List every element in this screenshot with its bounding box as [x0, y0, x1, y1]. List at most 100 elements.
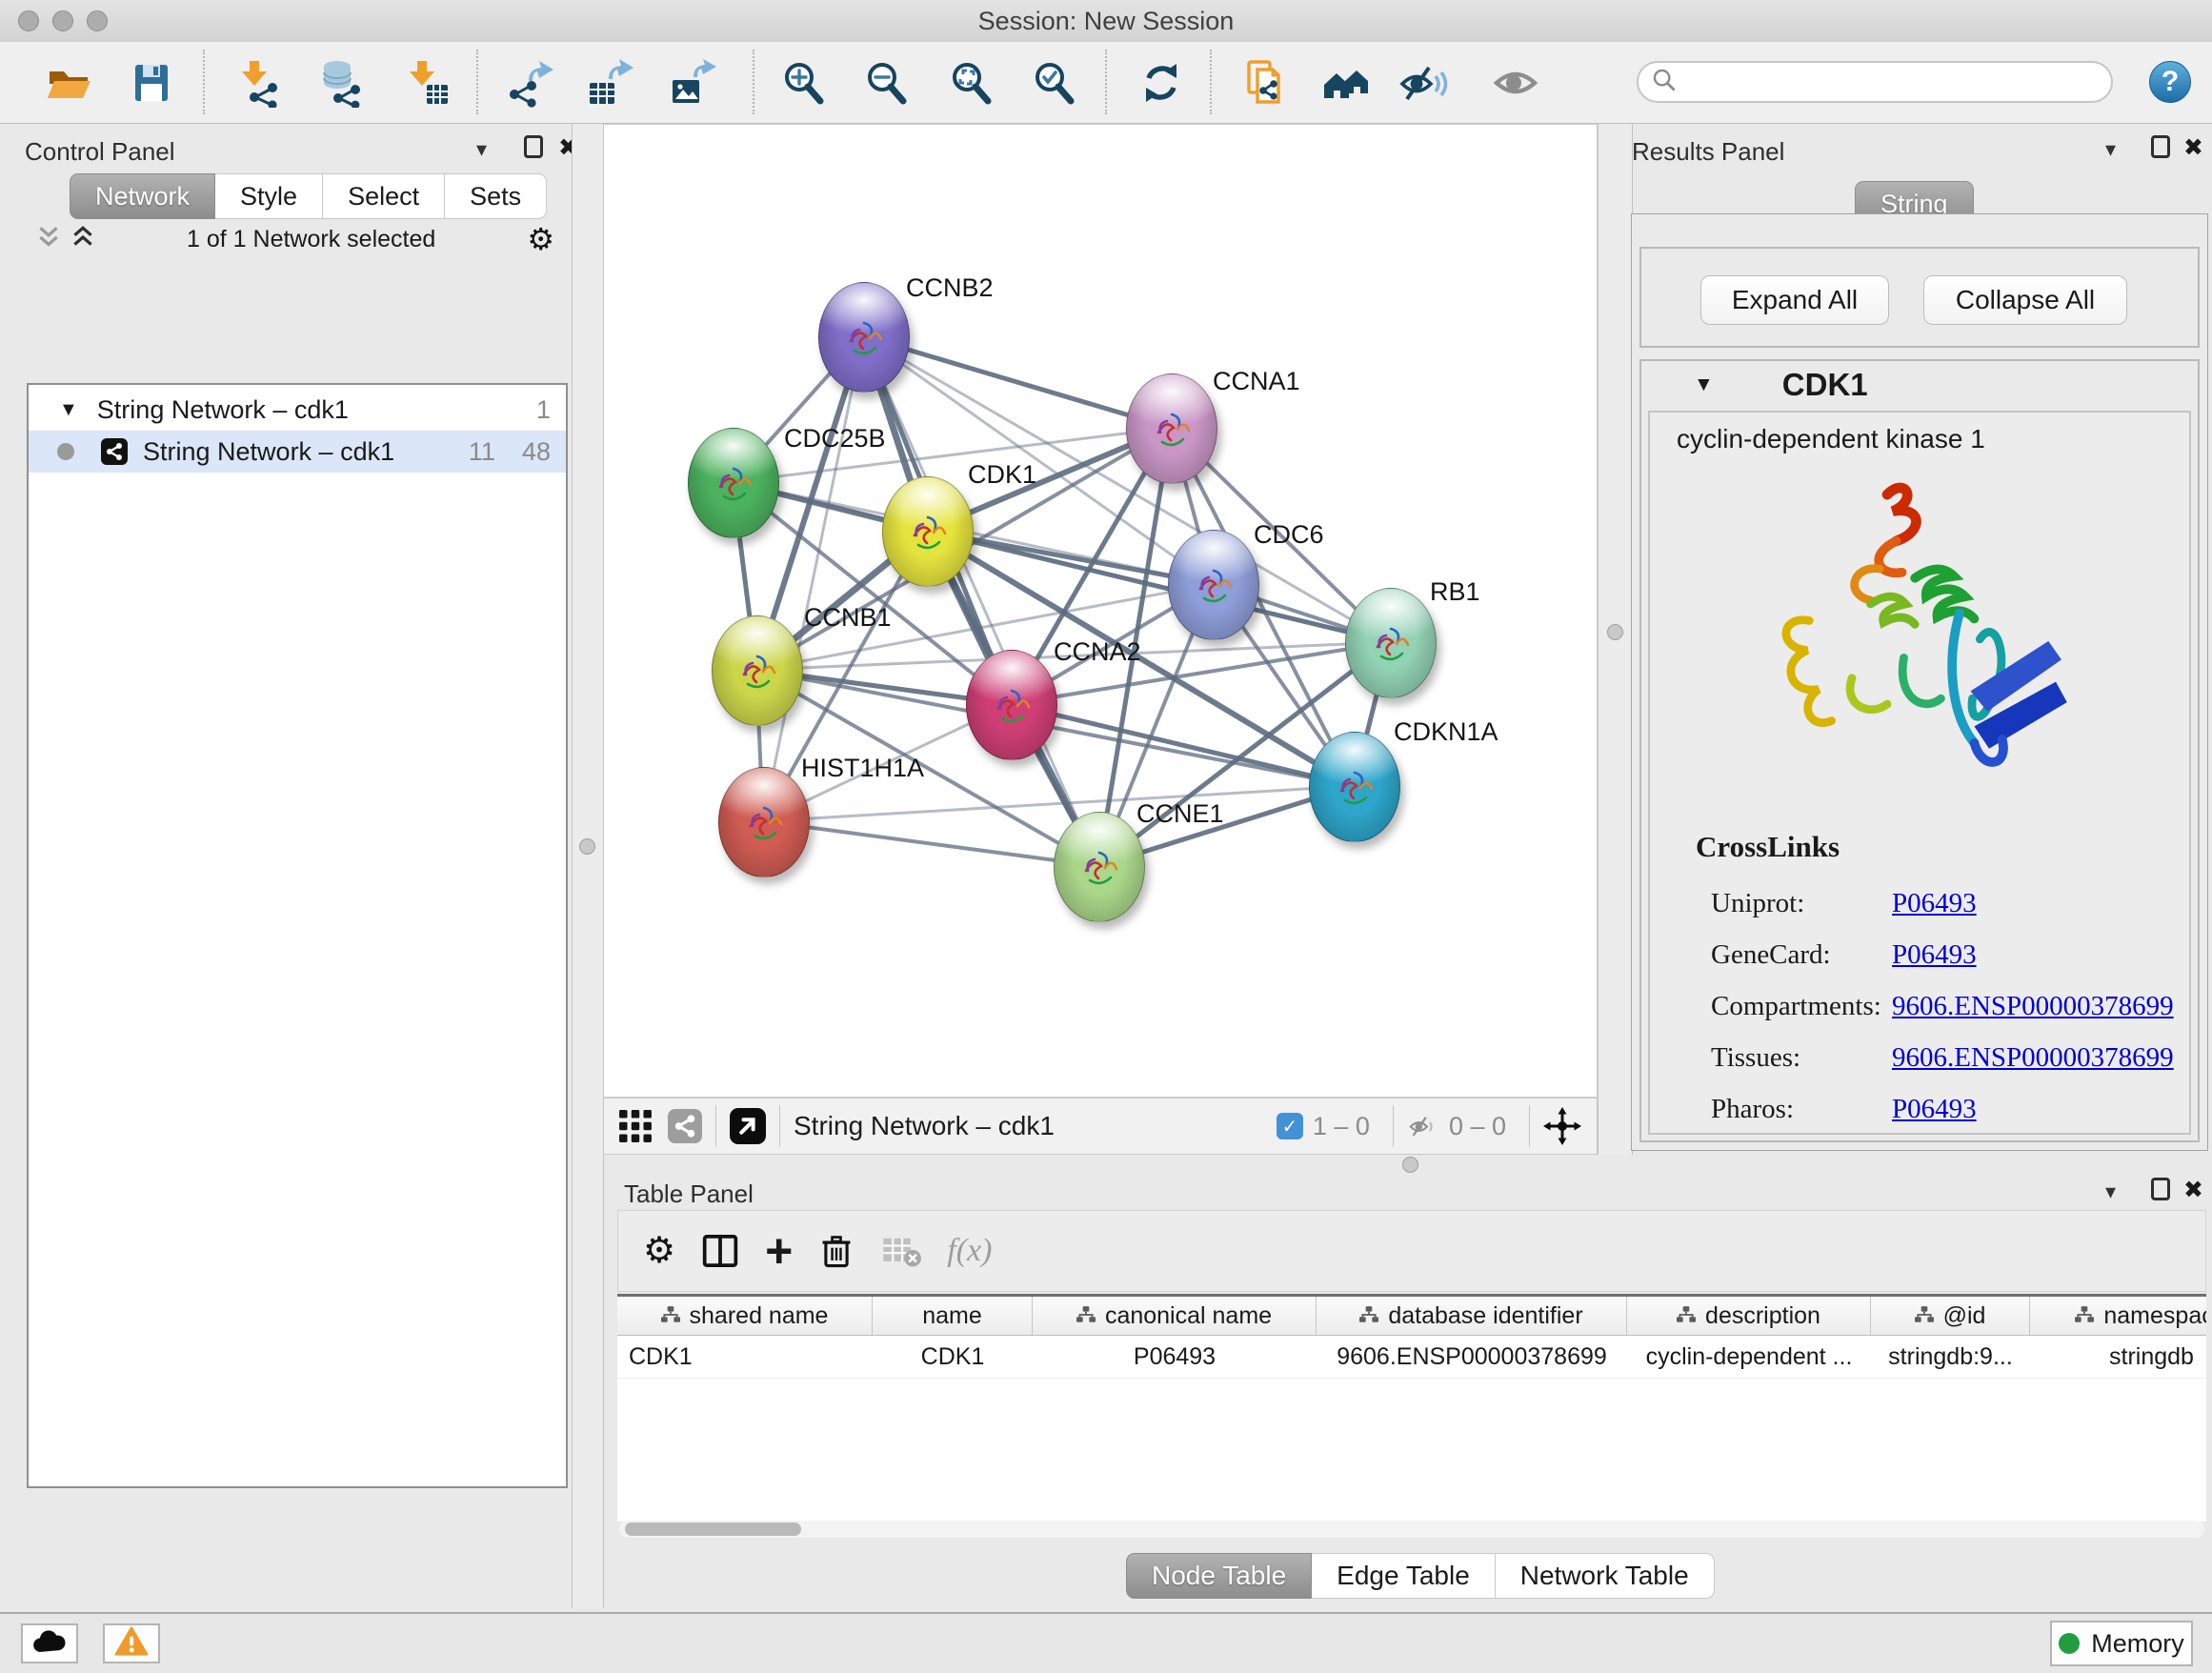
import-network-from-file-button[interactable]: [233, 57, 285, 109]
hidden-eye-slash-icon[interactable]: [1407, 1112, 1439, 1140]
hide-graphics-details-button[interactable]: [1398, 57, 1450, 109]
tab-network[interactable]: Network: [70, 173, 215, 219]
network-node-CDC25B[interactable]: [688, 428, 779, 538]
tab-network-table[interactable]: Network Table: [1496, 1553, 1715, 1599]
panel-float-icon[interactable]: [2151, 1178, 2170, 1200]
column-header-namespace[interactable]: namespace: [2030, 1297, 2206, 1335]
export-image-button[interactable]: [666, 57, 717, 109]
warnings-button[interactable]: [103, 1623, 160, 1663]
horizontal-splitter-handle[interactable]: [1402, 1157, 1418, 1173]
collapse-all-button[interactable]: Collapse All: [1923, 275, 2127, 325]
tab-sets[interactable]: Sets: [445, 173, 547, 219]
horizontal-splitter[interactable]: [602, 1155, 2212, 1174]
crosslink-value-link[interactable]: 9606.ENSP00000378699: [1892, 991, 2174, 1022]
column-header-id[interactable]: @id: [1871, 1297, 2030, 1335]
search-field[interactable]: [1637, 61, 2113, 103]
collapse-all-networks-icon[interactable]: [36, 224, 61, 255]
apply-preferred-layout-button[interactable]: [1136, 57, 1187, 109]
center-view-crosshair-icon[interactable]: [1543, 1107, 1581, 1145]
save-session-button[interactable]: [126, 57, 177, 109]
detach-view-icon[interactable]: [730, 1108, 766, 1144]
panel-close-icon[interactable]: ✖: [2183, 133, 2203, 162]
network-node-CDKN1A[interactable]: [1309, 732, 1400, 842]
cell-name[interactable]: CDK1: [873, 1336, 1033, 1378]
network-node-CCNB1[interactable]: [712, 615, 803, 726]
tab-edge-table[interactable]: Edge Table: [1312, 1553, 1496, 1599]
collection-expand-icon[interactable]: ▼: [59, 399, 78, 421]
grid-view-icon[interactable]: [618, 1109, 653, 1143]
network-edge-HIST1H1A-CCNE1[interactable]: [763, 821, 1098, 866]
export-network-button[interactable]: [503, 57, 554, 109]
column-header-canonical-name[interactable]: canonical name: [1033, 1297, 1317, 1335]
column-header-name[interactable]: name: [873, 1297, 1033, 1335]
network-collection-row[interactable]: ▼ String Network – cdk1 1: [29, 389, 566, 431]
tab-node-table[interactable]: Node Table: [1126, 1553, 1312, 1599]
network-list-view-icon[interactable]: [668, 1109, 702, 1143]
zoom-out-button[interactable]: [860, 57, 912, 109]
cell-id[interactable]: stringdb:9...: [1871, 1336, 2030, 1378]
panel-menu-icon[interactable]: ▾: [2105, 137, 2116, 162]
tab-style[interactable]: Style: [215, 173, 323, 219]
left-splitter[interactable]: [572, 124, 604, 1608]
network-options-gear-icon[interactable]: ⚙: [527, 224, 554, 254]
expand-all-button[interactable]: Expand All: [1700, 275, 1889, 325]
panel-float-icon[interactable]: [2151, 135, 2170, 158]
network-node-CDK1[interactable]: [882, 476, 974, 587]
show-columns-icon[interactable]: [700, 1231, 740, 1271]
help-button[interactable]: ?: [2149, 61, 2191, 103]
network-node-CCNE1[interactable]: [1054, 812, 1145, 922]
zoom-in-button[interactable]: [777, 57, 829, 109]
network-edge-CCNB2-CCNA1[interactable]: [863, 336, 1171, 428]
network-node-CDC6[interactable]: [1168, 530, 1259, 640]
zoom-fit-content-button[interactable]: [945, 57, 996, 109]
show-home-button[interactable]: [1322, 57, 1374, 109]
left-splitter-handle[interactable]: [579, 838, 595, 855]
add-column-icon[interactable]: +: [765, 1234, 793, 1268]
network-node-RB1[interactable]: [1345, 588, 1437, 698]
column-header-database-identifier[interactable]: database identifier: [1317, 1297, 1627, 1335]
expand-all-networks-icon[interactable]: [70, 224, 95, 255]
open-session-button[interactable]: [44, 57, 95, 109]
tab-select[interactable]: Select: [323, 173, 445, 219]
network-edge-CCNB2-HIST1H1A[interactable]: [763, 336, 863, 821]
import-network-from-database-button[interactable]: [315, 57, 367, 109]
network-view-canvas[interactable]: CCNB2CCNA1CDC25BCDK1CDC6RB1CCNB1CCNA2CDK…: [602, 124, 1598, 1098]
column-header-shared-name[interactable]: shared name: [617, 1297, 873, 1335]
network-row[interactable]: String Network – cdk1 11 48: [29, 431, 566, 473]
table-horizontal-scrollbar[interactable]: [619, 1521, 2204, 1538]
panel-menu-icon[interactable]: ▾: [476, 137, 487, 162]
network-node-CCNA2[interactable]: [966, 650, 1057, 760]
crosslink-value-link[interactable]: P06493: [1892, 1094, 1977, 1125]
cell-shared-name[interactable]: CDK1: [617, 1336, 873, 1378]
copy-network-button[interactable]: [1240, 57, 1292, 109]
table-options-gear-icon[interactable]: ⚙: [643, 1233, 675, 1269]
preview-button[interactable]: [1490, 57, 1541, 109]
crosslink-value-link[interactable]: 9606.ENSP00000378699: [1892, 1042, 2174, 1074]
cell-description[interactable]: cyclin-dependent ...: [1627, 1336, 1871, 1378]
network-edge-CCNB2-CCNE1[interactable]: [863, 336, 1098, 866]
cloud-status-button[interactable]: [21, 1623, 78, 1663]
import-table-from-file-button[interactable]: [401, 57, 452, 109]
network-node-CCNB2[interactable]: [818, 282, 910, 393]
scrollbar-thumb[interactable]: [625, 1522, 801, 1536]
search-input[interactable]: [1684, 68, 2111, 96]
panel-float-icon[interactable]: [524, 135, 543, 158]
network-node-CCNA1[interactable]: [1126, 373, 1217, 484]
network-edge-CCNA2-CDKN1A[interactable]: [1011, 704, 1354, 786]
gene-entry-header[interactable]: ▼ CDK1: [1641, 361, 2198, 409]
zoom-selected-region-button[interactable]: [1028, 57, 1079, 109]
right-splitter[interactable]: [1598, 124, 1633, 1155]
panel-close-icon[interactable]: ✖: [2183, 1176, 2203, 1204]
memory-button[interactable]: Memory: [2050, 1621, 2193, 1666]
network-node-HIST1H1A[interactable]: [718, 767, 810, 877]
right-splitter-handle[interactable]: [1607, 624, 1623, 640]
crosslink-value-link[interactable]: P06493: [1892, 939, 1977, 971]
cell-canonical-name[interactable]: P06493: [1033, 1336, 1317, 1378]
panel-menu-icon[interactable]: ▾: [2105, 1179, 2116, 1204]
table-row[interactable]: CDK1 CDK1 P06493 9606.ENSP00000378699 cy…: [617, 1336, 2206, 1379]
entry-collapse-icon[interactable]: ▼: [1694, 373, 1714, 396]
column-header-description[interactable]: description: [1627, 1297, 1871, 1335]
selected-checkbox-icon[interactable]: ✓: [1277, 1113, 1303, 1139]
crosslink-value-link[interactable]: P06493: [1892, 888, 1977, 919]
cell-database-identifier[interactable]: 9606.ENSP00000378699: [1317, 1336, 1627, 1378]
